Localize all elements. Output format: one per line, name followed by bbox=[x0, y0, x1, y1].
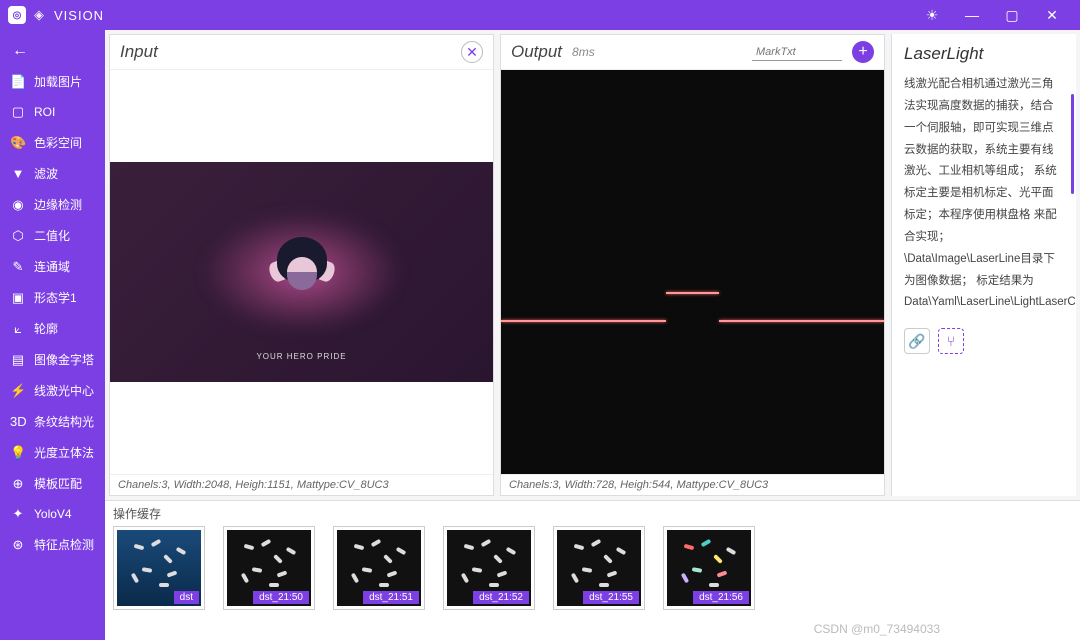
sidebar-icon: ⚡ bbox=[10, 383, 26, 399]
app-title: VISION bbox=[54, 8, 104, 23]
titlebar: ◎ ◈ VISION ☀ — ▢ ✕ bbox=[0, 0, 1080, 30]
close-button[interactable]: ✕ bbox=[1032, 0, 1072, 30]
sidebar-item-10[interactable]: ⚡ 线激光中心 bbox=[0, 375, 105, 406]
link-tool-button[interactable]: 🔗 bbox=[904, 328, 930, 354]
laser-line bbox=[501, 320, 666, 322]
sidebar-icon: ◉ bbox=[10, 197, 26, 213]
output-time: 8ms bbox=[572, 45, 595, 59]
sidebar-icon: ▢ bbox=[10, 104, 26, 120]
input-canvas[interactable]: YOUR HERO PRIDE bbox=[110, 70, 493, 474]
output-panel: Output 8ms + Chanels:3, Width:728, Heigh… bbox=[500, 34, 885, 496]
sidebar-icon: ✎ bbox=[10, 259, 26, 275]
sidebar-icon: ✦ bbox=[10, 506, 26, 522]
sidebar-item-13[interactable]: ⊕ 模板匹配 bbox=[0, 468, 105, 499]
thumb-label: dst bbox=[174, 591, 199, 604]
sidebar-item-9[interactable]: ▤ 图像金字塔 bbox=[0, 344, 105, 375]
mark-text-input[interactable] bbox=[752, 44, 842, 61]
sidebar-icon: 3D bbox=[10, 414, 26, 429]
theme-icon[interactable]: ☀ bbox=[912, 0, 952, 30]
input-close-button[interactable]: ✕ bbox=[461, 41, 483, 63]
sidebar-label: 二值化 bbox=[34, 227, 70, 244]
sidebar-icon: ⊛ bbox=[10, 537, 26, 553]
sidebar-icon: ▣ bbox=[10, 290, 26, 306]
sidebar-item-12[interactable]: 💡 光度立体法 bbox=[0, 437, 105, 468]
info-title: LaserLight bbox=[904, 44, 1064, 64]
sidebar-label: 轮廓 bbox=[34, 320, 58, 337]
back-button[interactable]: ← bbox=[0, 36, 105, 66]
sidebar-label: 线激光中心 bbox=[34, 382, 94, 399]
hero-text: YOUR HERO PRIDE bbox=[256, 352, 346, 362]
sidebar-label: 边缘检测 bbox=[34, 196, 82, 213]
laser-line bbox=[666, 292, 720, 294]
sidebar-icon: ▼ bbox=[10, 166, 26, 181]
sidebar-label: 特征点检测 bbox=[34, 536, 94, 553]
sidebar-item-7[interactable]: ▣ 形态学1 bbox=[0, 282, 105, 313]
thumb-5[interactable]: dst_21:56 bbox=[663, 526, 755, 610]
thumb-4[interactable]: dst_21:55 bbox=[553, 526, 645, 610]
sidebar-icon: ⟀ bbox=[10, 321, 26, 337]
input-title: Input bbox=[120, 42, 158, 62]
sidebar-icon: 🎨 bbox=[10, 135, 26, 151]
cache-title: 操作缓存 bbox=[113, 505, 1072, 522]
sidebar-item-4[interactable]: ◉ 边缘检测 bbox=[0, 189, 105, 220]
thumb-3[interactable]: dst_21:52 bbox=[443, 526, 535, 610]
sidebar-label: 形态学1 bbox=[34, 289, 77, 306]
output-title: Output bbox=[511, 42, 562, 62]
sidebar-icon: ▤ bbox=[10, 352, 26, 368]
diamond-icon: ◈ bbox=[34, 7, 44, 23]
scrollbar[interactable] bbox=[1071, 94, 1074, 194]
output-footer: Chanels:3, Width:728, Heigh:544, Mattype… bbox=[501, 474, 884, 495]
sidebar-icon: 📄 bbox=[10, 74, 26, 90]
sidebar-item-3[interactable]: ▼ 滤波 bbox=[0, 158, 105, 189]
output-canvas[interactable] bbox=[501, 70, 884, 474]
sidebar-label: ROI bbox=[34, 105, 55, 119]
sidebar-label: 色彩空间 bbox=[34, 134, 82, 151]
sidebar-icon: 💡 bbox=[10, 445, 26, 461]
thumb-label: dst_21:55 bbox=[583, 591, 639, 604]
thumb-label: dst_21:56 bbox=[693, 591, 749, 604]
sidebar-item-2[interactable]: 🎨 色彩空间 bbox=[0, 127, 105, 158]
sidebar-item-14[interactable]: ✦ YoloV4 bbox=[0, 499, 105, 529]
sidebar-label: 滤波 bbox=[34, 165, 58, 182]
branch-tool-button[interactable]: ⑂ bbox=[938, 328, 964, 354]
thumb-1[interactable]: dst_21:50 bbox=[223, 526, 315, 610]
maximize-button[interactable]: ▢ bbox=[992, 0, 1032, 30]
input-panel: Input ✕ YOUR HERO PRIDE Chanels:3, Width… bbox=[109, 34, 494, 496]
sidebar-item-1[interactable]: ▢ ROI bbox=[0, 97, 105, 127]
sidebar-item-8[interactable]: ⟀ 轮廓 bbox=[0, 313, 105, 344]
sidebar-label: 模板匹配 bbox=[34, 475, 82, 492]
thumb-2[interactable]: dst_21:51 bbox=[333, 526, 425, 610]
minimize-button[interactable]: — bbox=[952, 0, 992, 30]
input-footer: Chanels:3, Width:2048, Heigh:1151, Matty… bbox=[110, 474, 493, 495]
cache-panel: 操作缓存 dst dst_21:50 dst_21:51 dst_21:52 dst_2… bbox=[105, 500, 1080, 640]
app-logo-icon: ◎ bbox=[8, 6, 26, 24]
sidebar-item-0[interactable]: 📄 加载图片 bbox=[0, 66, 105, 97]
sidebar-icon: ⬡ bbox=[10, 228, 26, 244]
info-pane: LaserLight 线激光配合相机通过激光三角法实现高度数据的捕获，结合一个伺… bbox=[891, 34, 1076, 496]
sidebar-label: 光度立体法 bbox=[34, 444, 94, 461]
sidebar-label: 加载图片 bbox=[34, 73, 82, 90]
laser-line bbox=[719, 320, 884, 322]
character-image bbox=[272, 237, 332, 307]
add-button[interactable]: + bbox=[852, 41, 874, 63]
thumb-label: dst_21:50 bbox=[253, 591, 309, 604]
sidebar-item-5[interactable]: ⬡ 二值化 bbox=[0, 220, 105, 251]
sidebar-item-15[interactable]: ⊛ 特征点检测 bbox=[0, 529, 105, 560]
thumb-label: dst_21:52 bbox=[473, 591, 529, 604]
sidebar-item-6[interactable]: ✎ 连通域 bbox=[0, 251, 105, 282]
sidebar: ← 📄 加载图片 ▢ ROI 🎨 色彩空间 ▼ 滤波 ◉ 边缘检测 ⬡ 二值化 ✎ 连通域 ▣ 形态学1 ⟀ 轮廓… bbox=[0, 30, 105, 640]
sidebar-label: 图像金字塔 bbox=[34, 351, 94, 368]
thumb-label: dst_21:51 bbox=[363, 591, 419, 604]
thumb-0[interactable]: dst bbox=[113, 526, 205, 610]
sidebar-label: 连通域 bbox=[34, 258, 70, 275]
sidebar-label: 条纹结构光 bbox=[34, 413, 94, 430]
sidebar-icon: ⊕ bbox=[10, 476, 26, 492]
info-description: 线激光配合相机通过激光三角法实现高度数据的捕获，结合一个伺服轴，即可实现三维点云… bbox=[904, 74, 1064, 314]
sidebar-item-11[interactable]: 3D 条纹结构光 bbox=[0, 406, 105, 437]
sidebar-label: YoloV4 bbox=[34, 507, 72, 521]
